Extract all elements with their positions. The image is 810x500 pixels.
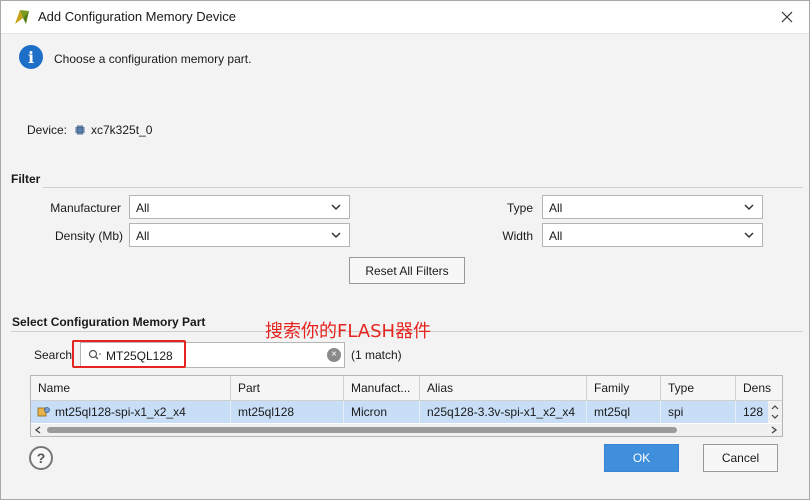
chevron-down-icon (331, 204, 341, 211)
vertical-scrollbar[interactable] (768, 401, 782, 423)
chevron-down-icon (331, 232, 341, 239)
info-message: Choose a configuration memory part. (54, 52, 252, 66)
scroll-right-icon[interactable] (770, 426, 778, 434)
cancel-label: Cancel (721, 451, 760, 465)
width-select[interactable]: All (542, 223, 763, 247)
chevron-down-icon (744, 232, 754, 239)
select-part-title: Select Configuration Memory Part (12, 315, 206, 329)
help-button[interactable]: ? (29, 446, 53, 470)
clear-search-icon[interactable]: × (327, 348, 341, 362)
search-label: Search (34, 348, 73, 362)
column-header-family[interactable]: Family (587, 376, 661, 400)
filter-separator (43, 187, 803, 188)
cell-manufacturer: Micron (344, 401, 420, 423)
filter-title: Filter (11, 172, 41, 186)
manufacturer-label: Manufacturer (50, 201, 121, 215)
chip-icon (75, 125, 85, 135)
width-label: Width (502, 229, 533, 243)
ok-button[interactable]: OK (604, 444, 679, 472)
search-highlight-box (72, 340, 186, 368)
type-value: All (549, 201, 563, 215)
reset-all-filters-label: Reset All Filters (365, 263, 449, 278)
density-value: All (136, 229, 150, 243)
scroll-left-icon[interactable] (34, 426, 42, 434)
column-header-density[interactable]: Dens (736, 376, 782, 400)
table-row[interactable]: mt25ql128-spi-x1_x2_x4 mt25ql128 Micron … (31, 401, 782, 423)
cell-alias: n25q128-3.3v-spi-x1_x2_x4 (420, 401, 587, 423)
close-button[interactable] (765, 1, 809, 33)
reset-all-filters-button[interactable]: Reset All Filters (349, 257, 465, 284)
cell-name-text: mt25ql128-spi-x1_x2_x4 (55, 405, 186, 419)
manufacturer-value: All (136, 201, 150, 215)
scrollbar-thumb[interactable] (47, 427, 677, 433)
density-select[interactable]: All (129, 223, 350, 247)
type-label: Type (506, 201, 533, 215)
column-header-part[interactable]: Part (231, 376, 344, 400)
cell-type: spi (661, 401, 736, 423)
info-icon: i (19, 45, 43, 69)
cell-part: mt25ql128 (231, 401, 344, 423)
cell-name: mt25ql128-spi-x1_x2_x4 (31, 401, 231, 423)
flash-part-icon (37, 407, 50, 417)
column-header-name[interactable]: Name (31, 376, 231, 400)
vivado-logo-icon (15, 10, 29, 24)
close-icon (781, 11, 793, 23)
scroll-up-down-icon (771, 405, 779, 419)
match-count: (1 match) (351, 348, 402, 362)
dialog-window: Add Configuration Memory Device i Choose… (0, 0, 810, 500)
density-label: Density (Mb) (54, 229, 123, 243)
table-header: Name Part Manufact... Alias Family Type … (31, 376, 782, 401)
width-value: All (549, 229, 563, 243)
column-header-manufacturer[interactable]: Manufact... (344, 376, 420, 400)
column-header-alias[interactable]: Alias (420, 376, 587, 400)
help-icon: ? (36, 450, 46, 466)
title-bar: Add Configuration Memory Device (1, 1, 809, 34)
column-header-type[interactable]: Type (661, 376, 736, 400)
manufacturer-select[interactable]: All (129, 195, 350, 219)
cell-family: mt25ql (587, 401, 661, 423)
horizontal-scrollbar[interactable] (31, 424, 782, 436)
chevron-down-icon (744, 204, 754, 211)
cancel-button[interactable]: Cancel (703, 444, 778, 472)
annotation-text: 搜索你的FLASH器件 (265, 321, 432, 342)
window-title: Add Configuration Memory Device (38, 9, 236, 24)
device-label: Device: (27, 123, 68, 137)
parts-table: Name Part Manufact... Alias Family Type … (30, 375, 783, 437)
type-select[interactable]: All (542, 195, 763, 219)
device-value: xc7k325t_0 (91, 123, 153, 137)
ok-label: OK (632, 451, 651, 465)
